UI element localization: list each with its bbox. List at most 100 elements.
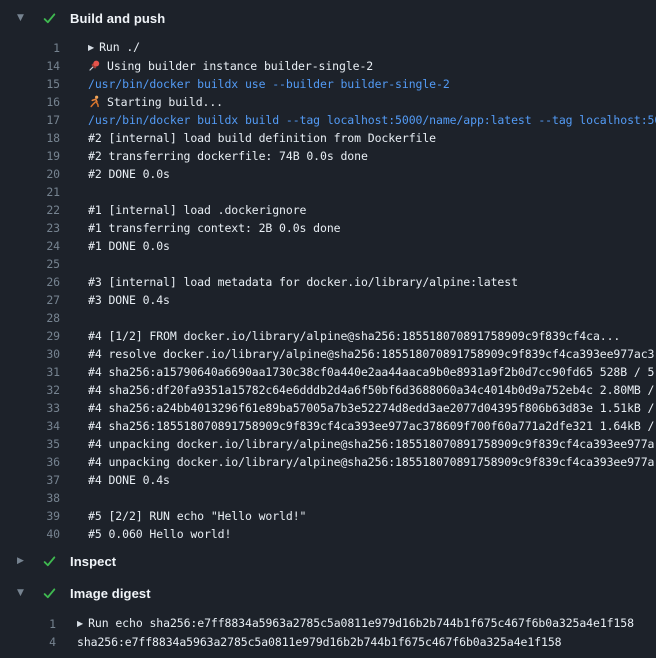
line-number[interactable]: 18 [0, 129, 60, 147]
line-number[interactable]: 16 [0, 93, 60, 111]
log-text: sha256:e7ff8834a5963a2785c5a0811e979d16b… [77, 633, 656, 651]
log-text-content: #5 [2/2] RUN echo "Hello world!" [88, 509, 306, 523]
check-icon [42, 11, 57, 26]
chevron-down-icon[interactable]: ▼ [17, 14, 28, 23]
log-text-content: #5 0.060 Hello world! [88, 527, 231, 541]
log-line: 34 #4 sha256:185518070891758909c9f839cf4c… [0, 417, 656, 435]
log-text: ▶ Run ./ [88, 38, 656, 58]
log-text: #4 unpacking docker.io/library/alpine@sh… [88, 435, 656, 453]
log-line: 40 #5 0.060 Hello world! [0, 525, 656, 543]
log-text: #5 [2/2] RUN echo "Hello world!" [88, 507, 656, 525]
log-lines: 1 ▶ Run ./ 14 Using builder instance builder… [0, 39, 656, 543]
line-number[interactable]: 36 [0, 453, 60, 471]
log-text: #1 [internal] load .dockerignore [88, 201, 656, 219]
log-line: 36 #4 unpacking docker.io/library/alpine@… [0, 453, 656, 471]
line-number[interactable]: 24 [0, 237, 60, 255]
line-number[interactable]: 17 [0, 111, 60, 129]
section-header-digest[interactable]: ▼ Image digest [0, 580, 656, 606]
log-line: 1 ▶ Run ./ [0, 39, 656, 57]
log-line: 17/usr/bin/docker buildx build --tag loc… [0, 111, 656, 129]
log-command-text: /usr/bin/docker buildx use --builder bui… [88, 75, 656, 93]
log-text-content: Using builder instance builder-single-2 [107, 59, 373, 73]
line-number[interactable]: 21 [0, 183, 60, 201]
line-number[interactable]: 32 [0, 381, 60, 399]
line-number[interactable]: 14 [0, 57, 60, 75]
line-number[interactable]: 35 [0, 435, 60, 453]
log-text: Using builder instance builder-single-2 [88, 57, 656, 75]
line-number[interactable]: 33 [0, 399, 60, 417]
log-text: #2 [internal] load build definition from… [88, 129, 656, 147]
log-text: Starting build... [88, 93, 656, 111]
log-text-content: #4 sha256:a24bb4013296f61e89ba57005a7b3e… [88, 401, 654, 415]
log-text: #4 sha256:df20fa9351a15782c64e6dddb2d4a6… [88, 381, 656, 399]
line-number[interactable]: 22 [0, 201, 60, 219]
log-line: 20#2 DONE 0.0s [0, 165, 656, 183]
log-line: 14 Using builder instance builder-single-… [0, 57, 656, 75]
line-number[interactable]: 39 [0, 507, 60, 525]
line-number[interactable]: 25 [0, 255, 60, 273]
log-text: #1 DONE 0.0s [88, 237, 656, 255]
log-line: 22 #1 [internal] load .dockerignore [0, 201, 656, 219]
log-text-content: #4 sha256:df20fa9351a15782c64e6dddb2d4a6… [88, 383, 654, 397]
log-text: #5 0.060 Hello world! [88, 525, 656, 543]
line-number[interactable]: 31 [0, 363, 60, 381]
log-text: #1 transferring context: 2B 0.0s done [88, 219, 656, 237]
log-text-content: #4 [1/2] FROM docker.io/library/alpine@s… [88, 329, 620, 343]
log-text: #2 transferring dockerfile: 74B 0.0s don… [88, 147, 656, 165]
line-number[interactable]: 28 [0, 309, 60, 327]
log-text: #4 unpacking docker.io/library/alpine@sh… [88, 453, 656, 471]
log-line: 1 ▶ Run echo sha256:e7ff8834a5963a2785c5a0… [0, 615, 656, 633]
log-line: 37#4 DONE 0.4s [0, 471, 656, 489]
line-number[interactable]: 34 [0, 417, 60, 435]
line-number[interactable]: 20 [0, 165, 60, 183]
log-text-content: #4 resolve docker.io/library/alpine@sha2… [88, 347, 654, 361]
log-text-content: #4 sha256:185518070891758909c9f839cf4ca3… [88, 419, 654, 433]
chevron-down-icon[interactable]: ▼ [17, 589, 28, 598]
log-line: 4 sha256:e7ff8834a5963a2785c5a0811e979d16… [0, 633, 656, 651]
log-text-content: #1 [internal] load .dockerignore [88, 203, 306, 217]
expand-group-icon[interactable]: ▶ [88, 39, 94, 57]
line-number[interactable]: 30 [0, 345, 60, 363]
log-line: 31#4 sha256:a15790640a6690aa1730c38cf0a4… [0, 363, 656, 381]
log-line: 38 [0, 489, 656, 507]
section-build: ▼ Build and push 1 ▶ Run ./ 14 Using builder i… [0, 5, 656, 543]
log-line: 15/usr/bin/docker buildx use --builder b… [0, 75, 656, 93]
log-line: 30 #4 resolve docker.io/library/alpine@sh… [0, 345, 656, 363]
expand-group-icon[interactable]: ▶ [77, 615, 83, 633]
section-header-build[interactable]: ▼ Build and push [0, 5, 656, 31]
log-text-content: #2 transferring dockerfile: 74B 0.0s don… [88, 149, 368, 163]
log-text: #4 [1/2] FROM docker.io/library/alpine@s… [88, 327, 656, 345]
section-title[interactable]: Inspect [70, 554, 116, 569]
section-title[interactable]: Image digest [70, 586, 151, 601]
log-text: #4 sha256:185518070891758909c9f839cf4ca3… [88, 417, 656, 435]
line-number[interactable]: 27 [0, 291, 60, 309]
log-line: 29 #4 [1/2] FROM docker.io/library/alpine… [0, 327, 656, 345]
log-text-content: Run ./ [99, 40, 140, 54]
line-number[interactable]: 37 [0, 471, 60, 489]
line-number[interactable]: 26 [0, 273, 60, 291]
line-number[interactable]: 4 [0, 633, 56, 651]
line-number[interactable]: 15 [0, 75, 60, 93]
line-number[interactable]: 23 [0, 219, 60, 237]
section-title[interactable]: Build and push [70, 11, 165, 26]
log-line: 23 #1 transferring context: 2B 0.0s done [0, 219, 656, 237]
log-line: 24 #1 DONE 0.0s [0, 237, 656, 255]
line-number[interactable]: 1 [0, 615, 56, 633]
line-number[interactable]: 38 [0, 489, 60, 507]
section-header-inspect[interactable]: ▶ Inspect [0, 548, 656, 574]
log-text-content: #4 unpacking docker.io/library/alpine@sh… [88, 455, 654, 469]
line-number[interactable]: 40 [0, 525, 60, 543]
line-number[interactable]: 19 [0, 147, 60, 165]
log-lines: 1 ▶ Run echo sha256:e7ff8834a5963a2785c5a0… [0, 615, 656, 651]
chevron-right-icon[interactable]: ▶ [17, 557, 28, 566]
log-line: 27 #3 DONE 0.4s [0, 291, 656, 309]
log-line: 19 #2 transferring dockerfile: 74B 0.0s d… [0, 147, 656, 165]
line-number[interactable]: 1 [0, 39, 60, 57]
log-text-content: Run echo sha256:e7ff8834a5963a2785c5a081… [88, 616, 634, 630]
log-command-text: /usr/bin/docker buildx build --tag local… [88, 111, 656, 129]
log-text: #3 DONE 0.4s [88, 291, 656, 309]
log-text-content: Starting build... [107, 95, 223, 109]
line-number[interactable]: 29 [0, 327, 60, 345]
runner-icon [88, 95, 101, 108]
log-line: 18 #2 [internal] load build definition fr… [0, 129, 656, 147]
